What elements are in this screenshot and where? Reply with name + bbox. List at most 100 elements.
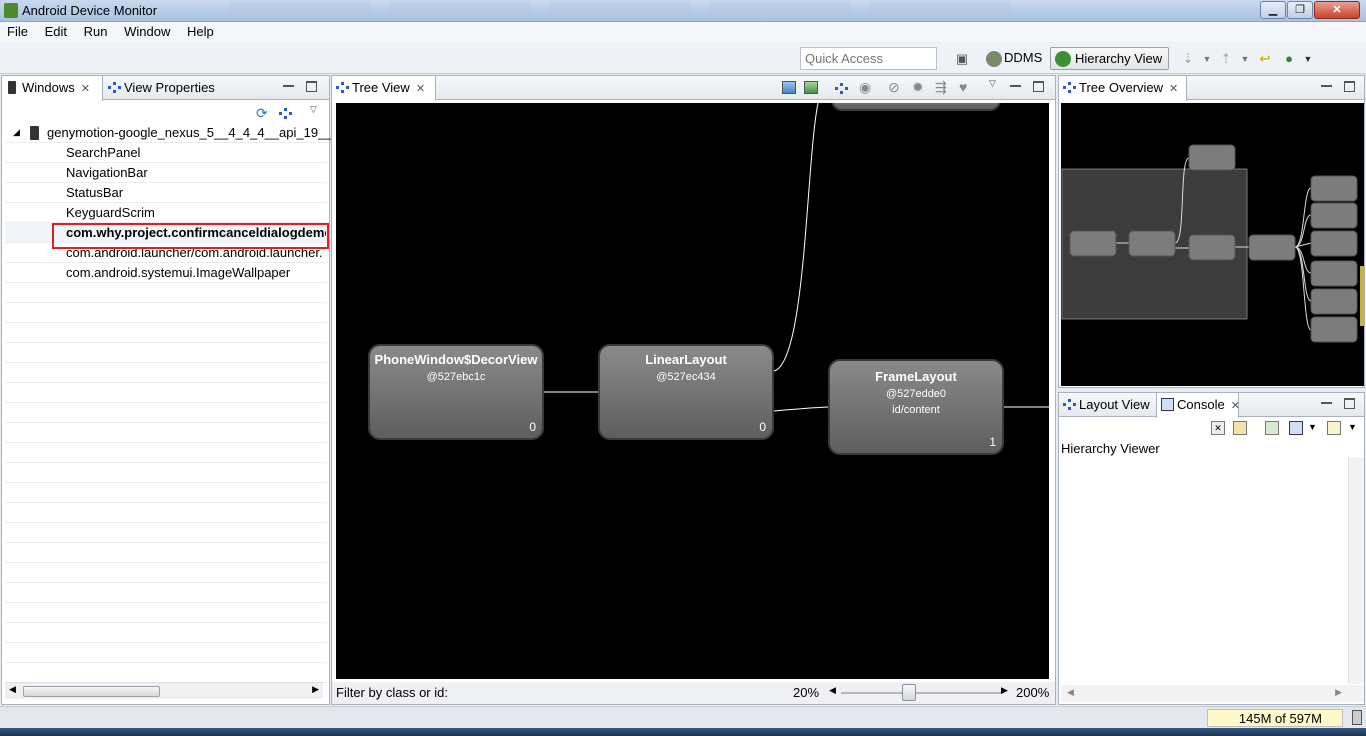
load-view-hierarchy-icon[interactable]: [835, 82, 848, 95]
menu-file[interactable]: File: [0, 22, 34, 39]
empty-list-row: [5, 563, 327, 583]
minimize-panel-icon[interactable]: [1321, 398, 1332, 404]
console-output[interactable]: [1061, 457, 1364, 684]
horizontal-scrollbar[interactable]: ◀ ▶: [5, 682, 323, 699]
tree-node[interactable]: PhoneWindow$DecorView @527ebc1c 0: [368, 344, 544, 440]
title-bar: Android Device Monitor ▁ ❐ ✕: [0, 0, 1366, 22]
filter-input[interactable]: [454, 683, 784, 702]
minimize-panel-icon[interactable]: [1010, 81, 1021, 87]
quick-access-input[interactable]: [800, 47, 937, 70]
load-icon[interactable]: ⇣: [1180, 51, 1196, 67]
tab-layout-view[interactable]: Layout View: [1059, 393, 1156, 417]
window-item-label: com.android.systemui.ImageWallpaper: [66, 265, 291, 280]
save-icon[interactable]: ⇡: [1218, 51, 1234, 67]
scroll-right-icon[interactable]: ▶: [1335, 687, 1342, 698]
zoom-decrease-icon[interactable]: ◀: [829, 685, 836, 696]
scrollbar-thumb[interactable]: [23, 686, 160, 697]
heap-status[interactable]: 145M of 597M: [1207, 709, 1343, 727]
console-tabs: Layout View Console ✕: [1059, 393, 1364, 418]
list-item[interactable]: com.android.systemui.ImageWallpaper: [5, 263, 327, 283]
dropdown-arrow-icon[interactable]: ▼: [1199, 51, 1215, 67]
close-icon[interactable]: ✕: [416, 83, 425, 95]
tab-windows-label: Windows: [22, 80, 75, 95]
dropdown-arrow-icon[interactable]: ▼: [1348, 422, 1357, 432]
block-icon[interactable]: ⊘: [888, 79, 900, 96]
empty-list-row: [5, 383, 327, 403]
tree-node-partial[interactable]: [831, 103, 1001, 111]
capture-layers-icon[interactable]: [804, 81, 818, 94]
maximize-panel-icon[interactable]: [1344, 81, 1355, 92]
empty-list-row: [5, 583, 327, 603]
list-item[interactable]: KeyguardScrim: [5, 203, 327, 223]
maximize-panel-icon[interactable]: [1033, 81, 1044, 92]
vertical-scrollbar[interactable]: [1348, 457, 1364, 684]
menu-edit[interactable]: Edit: [38, 22, 73, 39]
view-menu-icon[interactable]: ▽: [310, 104, 317, 115]
maximize-panel-icon[interactable]: [1344, 398, 1355, 409]
console-title: Hierarchy Viewer: [1061, 441, 1160, 456]
tree-node[interactable]: FrameLayout @527edde0 id/content 1: [828, 359, 1004, 455]
hierarchy-icon: [108, 81, 121, 94]
tab-console[interactable]: Console ✕: [1156, 393, 1240, 418]
maximize-panel-icon[interactable]: [306, 81, 317, 92]
debug-icon[interactable]: ✹: [912, 79, 924, 96]
close-icon[interactable]: ✕: [1169, 83, 1178, 95]
open-console-icon[interactable]: [1327, 421, 1341, 435]
display-console-icon[interactable]: [1289, 421, 1303, 435]
invalidate-icon[interactable]: ◉: [859, 79, 871, 96]
empty-list-row: [5, 623, 327, 643]
list-item[interactable]: NavigationBar: [5, 163, 327, 183]
collapse-icon[interactable]: ◢: [13, 127, 20, 138]
refresh-icon[interactable]: ⟳: [256, 105, 268, 122]
list-item[interactable]: StatusBar: [5, 183, 327, 203]
dropdown-arrow-icon[interactable]: ▼: [1300, 51, 1316, 67]
open-perspective-icon[interactable]: ▣: [954, 51, 970, 67]
scroll-lock-icon[interactable]: [1233, 421, 1247, 435]
node-hash: @527edde0: [885, 388, 947, 400]
profile-icon[interactable]: ♥: [959, 79, 967, 95]
tree-view-canvas[interactable]: PhoneWindow$DecorView @527ebc1c 0 Linear…: [336, 103, 1049, 679]
close-icon[interactable]: ✕: [1231, 400, 1240, 412]
dump-icon[interactable]: ⇶: [935, 79, 947, 96]
maximize-button[interactable]: ❐: [1287, 1, 1313, 19]
minimize-panel-icon[interactable]: [283, 81, 294, 87]
tree-node[interactable]: LinearLayout @527ec434 0: [598, 344, 774, 440]
tree-overview-canvas[interactable]: [1061, 103, 1364, 386]
device-row[interactable]: ◢ genymotion-google_nexus_5__4_4_4__api_…: [5, 123, 333, 143]
pin-console-icon[interactable]: [1265, 421, 1279, 435]
zoom-increase-icon[interactable]: ▶: [1001, 685, 1008, 696]
scroll-right-icon[interactable]: ▶: [312, 684, 319, 695]
dropdown-arrow-icon[interactable]: ▼: [1237, 51, 1253, 67]
menu-window[interactable]: Window: [117, 22, 176, 39]
tab-tree-view[interactable]: Tree View ✕: [332, 76, 436, 101]
zoom-slider-track[interactable]: [841, 692, 1002, 694]
zoom-slider-thumb[interactable]: [902, 684, 916, 701]
dropdown-arrow-icon[interactable]: ▼: [1308, 422, 1317, 432]
minimize-button[interactable]: ▁: [1260, 1, 1286, 19]
menu-run[interactable]: Run: [77, 22, 114, 39]
back-icon[interactable]: ↩: [1257, 51, 1273, 67]
tab-view-properties[interactable]: View Properties: [104, 76, 221, 100]
scroll-left-icon[interactable]: ◀: [1067, 687, 1074, 698]
close-button[interactable]: ✕: [1314, 1, 1360, 19]
minimize-panel-icon[interactable]: [1321, 81, 1332, 87]
zoom-min-label: 20%: [793, 685, 820, 700]
scroll-left-icon[interactable]: ◀: [9, 684, 16, 695]
view-menu-icon[interactable]: ▽: [989, 78, 996, 89]
run-icon[interactable]: ●: [1281, 51, 1297, 67]
save-png-icon[interactable]: [782, 81, 796, 94]
garbage-collect-icon[interactable]: [1352, 710, 1362, 725]
tab-tree-overview[interactable]: Tree Overview ✕: [1059, 76, 1187, 101]
list-item[interactable]: SearchPanel: [5, 143, 327, 163]
empty-list-row: [5, 503, 327, 523]
close-icon[interactable]: ✕: [81, 83, 90, 95]
clear-console-icon[interactable]: ✕: [1211, 421, 1225, 435]
menu-help[interactable]: Help: [180, 22, 220, 39]
perspective-ddms-button[interactable]: DDMS: [982, 48, 1046, 70]
horizontal-scrollbar[interactable]: ◀ ▶: [1061, 685, 1364, 702]
tab-windows[interactable]: Windows ✕: [2, 76, 103, 101]
load-hierarchy-icon[interactable]: [279, 107, 292, 120]
ddms-icon: [986, 51, 1002, 67]
perspective-hierarchy-view-button[interactable]: Hierarchy View: [1050, 47, 1170, 70]
node-class-name: FrameLayout: [875, 369, 957, 384]
